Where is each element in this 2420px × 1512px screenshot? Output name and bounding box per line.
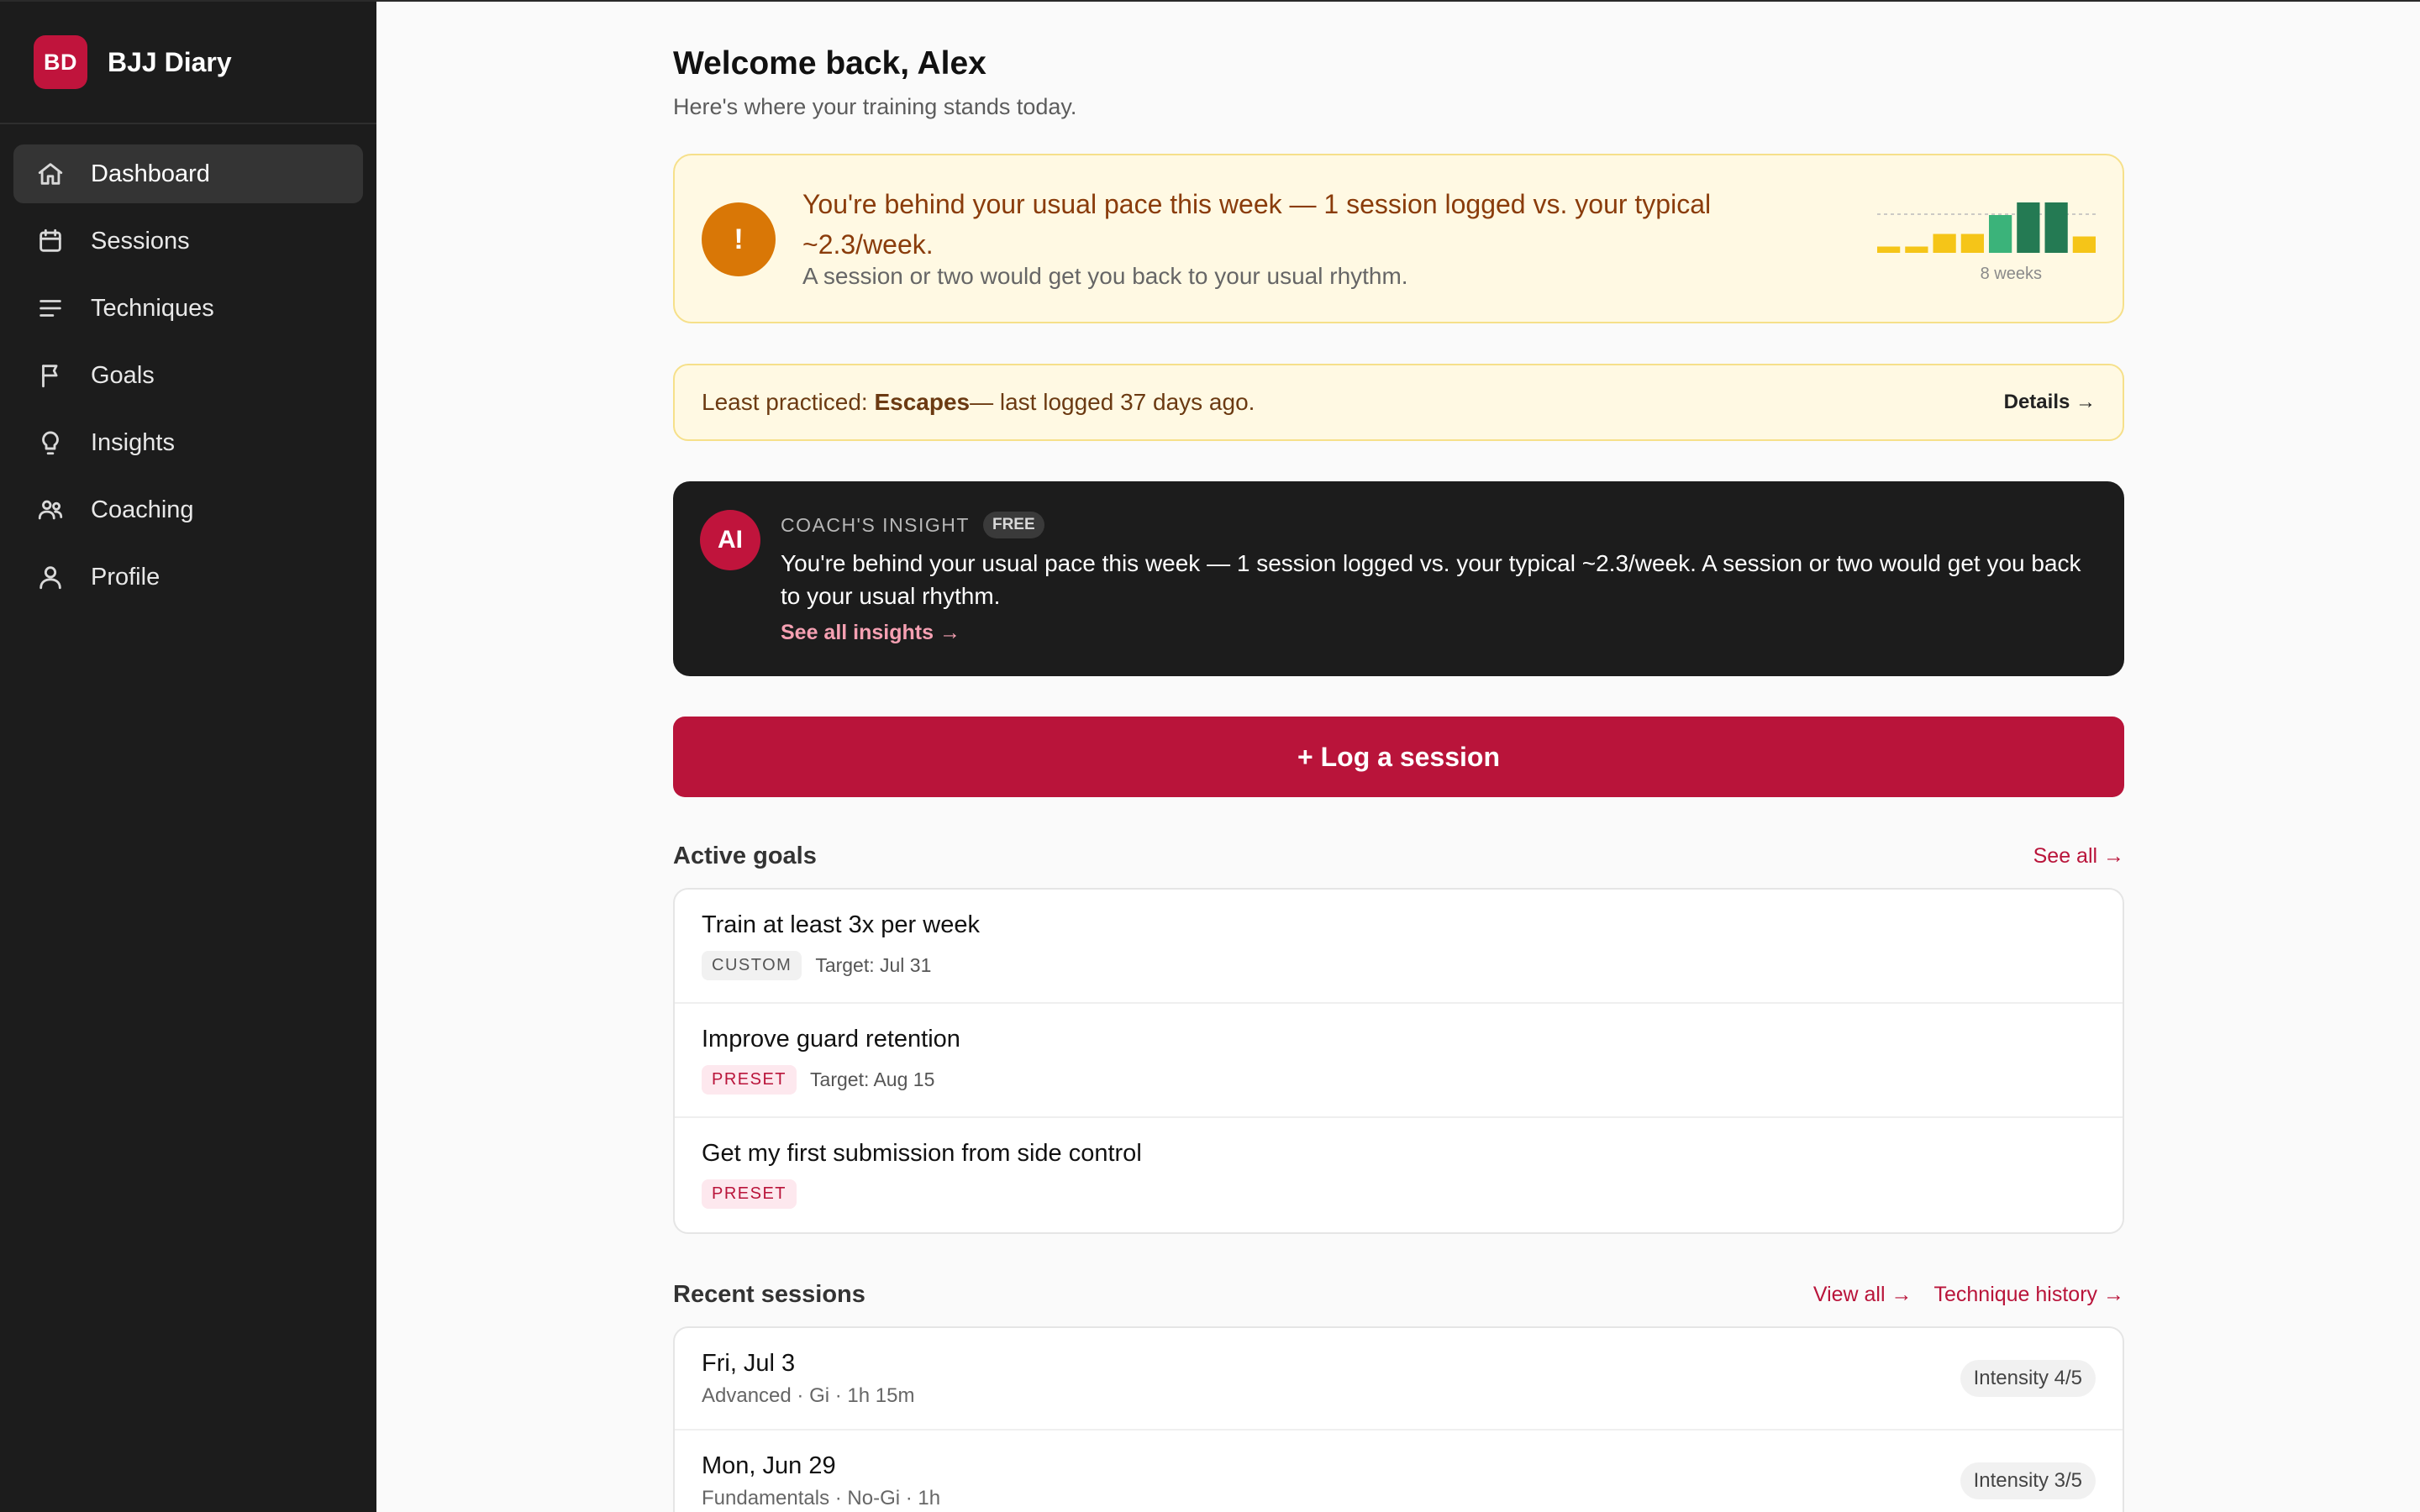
session-meta: Advanced · Gi · 1h 15m <box>702 1384 915 1407</box>
warning-icon: ! <box>702 202 776 276</box>
sparkline-bar <box>2044 202 2068 253</box>
goal-item[interactable]: Train at least 3x per week CUSTOM Target… <box>675 890 2123 1004</box>
goal-title: Improve guard retention <box>702 1026 960 1053</box>
view-all-sessions-link[interactable]: View all → <box>1813 1283 1912 1307</box>
user-icon <box>35 562 66 592</box>
pace-alert-title: You're behind your usual pace this week … <box>802 189 1712 260</box>
sidebar-item-label: Goals <box>91 361 155 389</box>
goal-target: Target: Jul 31 <box>815 954 932 976</box>
recent-sessions-header: Recent sessions View all → Technique his… <box>673 1278 2124 1311</box>
ai-avatar: AI <box>700 510 760 570</box>
coach-insight-card: AI COACH'S INSIGHT FREE You're behind yo… <box>673 481 2124 676</box>
session-row[interactable]: Mon, Jun 29 Fundamentals · No-Gi · 1h In… <box>675 1431 2123 1512</box>
see-all-goals-link[interactable]: See all → <box>2033 844 2124 869</box>
sidebar-item-label: Insights <box>91 428 175 456</box>
intensity-badge: Intensity 4/5 <box>1960 1360 2096 1397</box>
sparkline-bar <box>1989 215 2012 253</box>
pace-alert-subtitle: A session or two would get you back to y… <box>802 263 1408 289</box>
sidebar-item-techniques[interactable]: Techniques <box>13 279 363 338</box>
least-practiced-prefix: Least practiced: <box>702 389 868 415</box>
technique-history-link[interactable]: Technique history → <box>1933 1283 2124 1307</box>
log-session-button[interactable]: + Log a session <box>673 717 2124 797</box>
sidebar-nav: Dashboard Sessions Techniques Goals Insi… <box>0 124 376 606</box>
active-goals-header: Active goals See all → <box>673 839 2124 873</box>
sparkline-bar <box>1960 234 1984 253</box>
insight-kicker: COACH'S INSIGHT <box>781 513 970 536</box>
session-meta: Fundamentals · No-Gi · 1h <box>702 1487 941 1509</box>
sidebar-item-sessions[interactable]: Sessions <box>13 212 363 270</box>
goal-target: Target: Aug 15 <box>810 1068 935 1090</box>
sidebar-item-coaching[interactable]: Coaching <box>13 480 363 539</box>
insight-header: COACH'S INSIGHT FREE <box>781 512 1044 538</box>
sidebar-item-label: Coaching <box>91 496 194 523</box>
see-all-insights-link[interactable]: See all insights → <box>781 621 960 645</box>
goal-tag: CUSTOM <box>702 951 802 980</box>
goal-tag: PRESET <box>702 1065 797 1095</box>
insight-text: You're behind your usual pace this week … <box>781 550 2081 609</box>
sidebar-item-profile[interactable]: Profile <box>13 548 363 606</box>
sparkline-bar <box>2072 236 2096 253</box>
sparkline-label: 8 weeks <box>1980 265 2042 283</box>
least-practiced-suffix: — last logged 37 days ago. <box>970 389 1255 415</box>
sparkline-bar <box>1905 246 1928 253</box>
section-title: Recent sessions <box>673 1280 865 1308</box>
session-row[interactable]: Fri, Jul 3 Advanced · Gi · 1h 15m Intens… <box>675 1328 2123 1431</box>
main-content: Welcome back, Alex Here's where your tra… <box>673 2 2124 1512</box>
goals-list: Train at least 3x per week CUSTOM Target… <box>673 888 2124 1234</box>
sidebar-item-label: Sessions <box>91 227 190 255</box>
sidebar-item-insights[interactable]: Insights <box>13 413 363 472</box>
goal-tag: PRESET <box>702 1179 797 1209</box>
brand-name: BJJ Diary <box>108 46 232 77</box>
home-icon <box>35 159 66 189</box>
sidebar-item-label: Dashboard <box>91 160 210 187</box>
lightbulb-icon <box>35 428 66 458</box>
sidebar-item-goals[interactable]: Goals <box>13 346 363 405</box>
tier-badge: FREE <box>982 512 1044 538</box>
intensity-badge: Intensity 3/5 <box>1960 1462 2096 1499</box>
pace-alert-card: ! You're behind your usual pace this wee… <box>673 154 2124 323</box>
session-date: Mon, Jun 29 <box>702 1452 836 1479</box>
sidebar-item-label: Profile <box>91 563 160 591</box>
calendar-icon <box>35 226 66 256</box>
sparkline-bar <box>2017 202 2040 253</box>
page-subtitle: Here's where your training stands today. <box>673 94 1077 119</box>
recent-sessions-list: Fri, Jul 3 Advanced · Gi · 1h 15m Intens… <box>673 1326 2124 1512</box>
goal-item[interactable]: Improve guard retention PRESET Target: A… <box>675 1004 2123 1118</box>
goal-title: Train at least 3x per week <box>702 911 980 938</box>
least-practiced-card: Least practiced: Escapes — last logged 3… <box>673 364 2124 441</box>
section-title: Active goals <box>673 842 817 869</box>
sparkline-bar <box>1877 246 1901 253</box>
sidebar-item-label: Techniques <box>91 294 214 322</box>
least-practiced-technique: Escapes <box>874 389 971 415</box>
brand[interactable]: BD BJJ Diary <box>0 2 376 124</box>
sidebar: BD BJJ Diary Dashboard Sessions Techniqu… <box>0 2 376 1512</box>
people-icon <box>35 495 66 525</box>
page-title: Welcome back, Alex <box>673 45 986 81</box>
sparkline-bar <box>1933 234 1956 253</box>
list-icon <box>35 293 66 323</box>
details-link[interactable]: Details → <box>2004 391 2096 414</box>
sidebar-item-dashboard[interactable]: Dashboard <box>13 144 363 203</box>
weekly-sessions-sparkline <box>1877 202 2096 253</box>
session-date: Fri, Jul 3 <box>702 1350 796 1377</box>
brand-logo: BD <box>34 35 87 89</box>
goal-item[interactable]: Get my first submission from side contro… <box>675 1118 2123 1232</box>
flag-icon <box>35 360 66 391</box>
goal-title: Get my first submission from side contro… <box>702 1140 1142 1167</box>
